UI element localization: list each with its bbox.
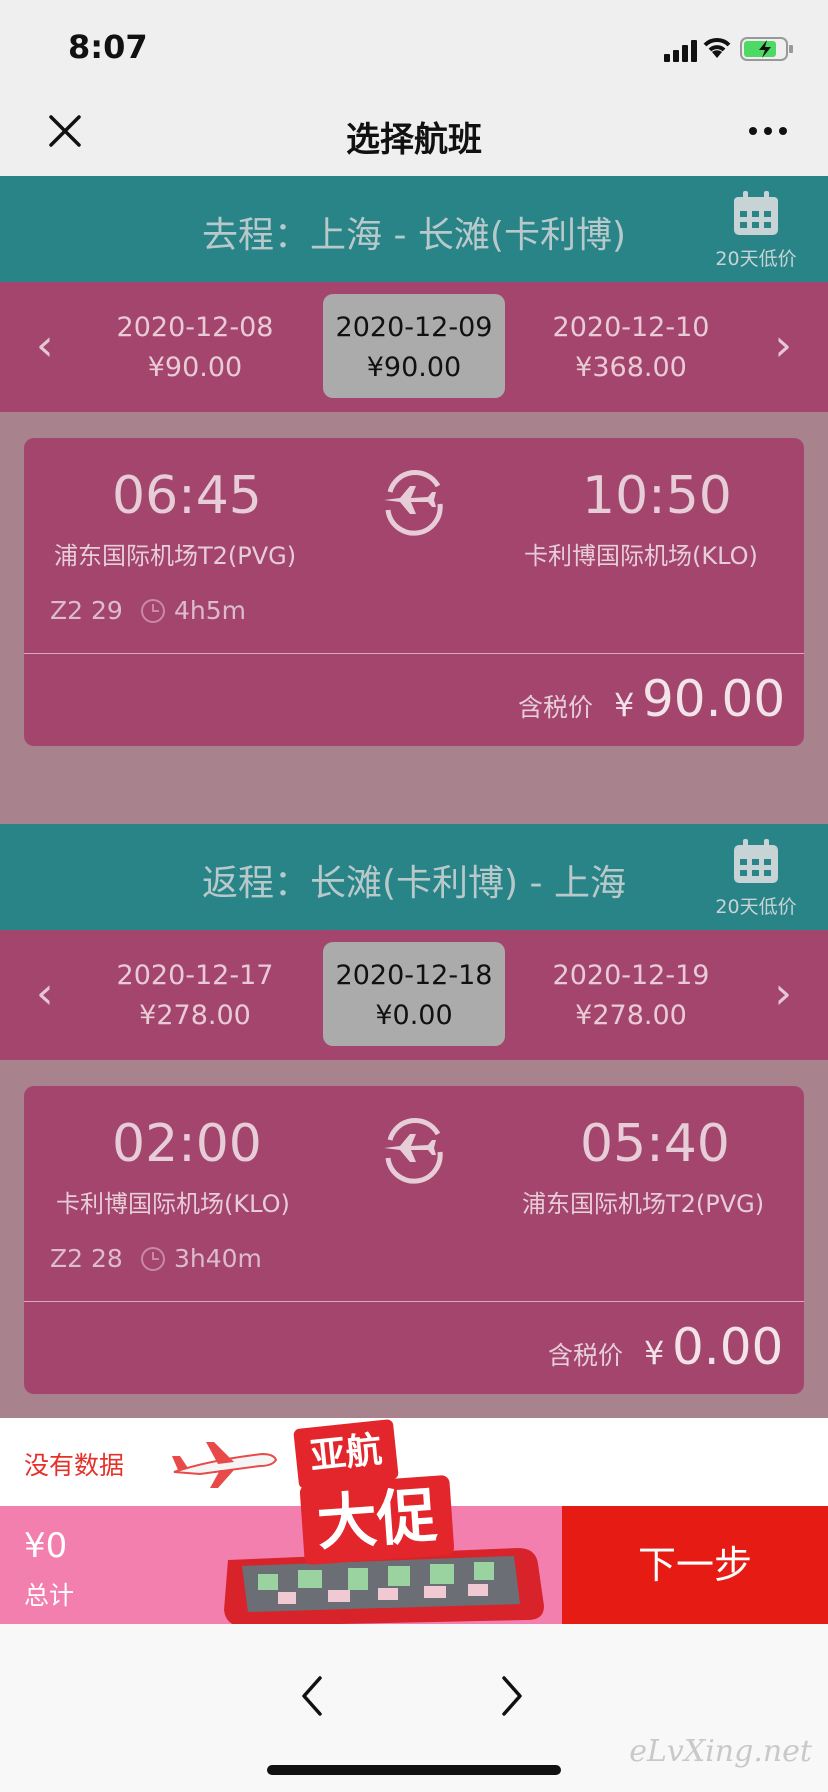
browser-back-icon[interactable] (298, 1674, 326, 1718)
clock-icon (141, 1247, 165, 1271)
page-title: 选择航班 (346, 120, 482, 160)
date-label: 2020-12-17 (116, 960, 274, 991)
promo-banner[interactable]: 亚航 大促 (172, 1410, 560, 1628)
next-date-arrow-icon[interactable]: › (774, 320, 792, 371)
outbound-header: 去程：上海 - 长滩(卡利博) 20天低价 (0, 176, 828, 282)
plane-icon (384, 1117, 443, 1184)
date-option[interactable]: 2020-12-19 ¥278.00 (536, 956, 726, 1036)
date-option-selected[interactable]: 2020-12-18 ¥0.00 (323, 942, 505, 1046)
total-label: 总计 (24, 1581, 75, 1610)
outbound-calendar-button[interactable]: 20天低价 (710, 190, 802, 271)
flight-price: 0.00 (672, 1318, 784, 1376)
date-label: 2020-12-09 (335, 312, 493, 343)
watermark: eLvXing.net (629, 1734, 812, 1769)
arrive-time: 05:40 (580, 1114, 730, 1174)
date-option-selected[interactable]: 2020-12-09 ¥90.00 (323, 294, 505, 398)
price-currency: ¥ (614, 686, 635, 724)
date-option[interactable]: 2020-12-10 ¥368.00 (536, 308, 726, 388)
prev-date-arrow-icon[interactable]: ‹ (36, 968, 54, 1019)
browser-forward-icon[interactable] (498, 1674, 526, 1718)
plane-icon (384, 469, 443, 536)
price-currency: ¥ (644, 1334, 665, 1372)
battery-icon (740, 37, 793, 61)
return-title: 返程：长滩(卡利博) - 上海 (202, 863, 626, 904)
return-header: 返程：长滩(卡利博) - 上海 20天低价 (0, 824, 828, 930)
calendar-label: 20天低价 (715, 248, 797, 270)
outbound-title: 去程：上海 - 长滩(卡利博) (202, 215, 626, 256)
home-indicator[interactable] (267, 1765, 561, 1775)
return-date-strip: ‹ 2020-12-17 ¥278.00 2020-12-18 ¥0.00 20… (0, 930, 828, 1060)
date-price: ¥278.00 (575, 1000, 687, 1031)
card-divider (24, 1301, 804, 1302)
depart-airport: 浦东国际机场T2(PVG) (54, 542, 297, 570)
prev-date-arrow-icon[interactable]: ‹ (36, 320, 54, 371)
tax-price-label: 含税价 (518, 693, 594, 722)
airplane-illustration-icon (172, 1442, 278, 1488)
outbound-flight-card[interactable]: 06:45 浦东国际机场T2(PVG) 10:50 卡利博国际机场(KLO) Z… (24, 438, 804, 746)
more-options-icon[interactable] (748, 126, 788, 136)
date-label: 2020-12-10 (552, 312, 710, 343)
return-flight-card[interactable]: 02:00 卡利博国际机场(KLO) 05:40 浦东国际机场T2(PVG) Z… (24, 1086, 804, 1394)
promo-title-line2: 大促 (299, 1474, 455, 1566)
arrive-time: 10:50 (582, 466, 732, 526)
date-label: 2020-12-18 (335, 960, 493, 991)
date-price: ¥278.00 (139, 1000, 251, 1031)
date-label: 2020-12-19 (552, 960, 710, 991)
wifi-icon (703, 38, 731, 58)
depart-time: 06:45 (112, 466, 262, 526)
next-date-arrow-icon[interactable]: › (774, 968, 792, 1019)
flight-number: Z2 29 (50, 596, 123, 625)
arrive-airport: 卡利博国际机场(KLO) (524, 542, 758, 570)
date-price: ¥90.00 (366, 352, 462, 383)
date-label: 2020-12-08 (116, 312, 274, 343)
cellular-signal-icon (664, 40, 697, 62)
calendar-icon (734, 191, 778, 235)
depart-time: 02:00 (112, 1114, 262, 1174)
card-divider (24, 653, 804, 654)
calendar-icon (734, 839, 778, 883)
date-option[interactable]: 2020-12-08 ¥90.00 (100, 308, 290, 388)
date-price: ¥0.00 (375, 1000, 453, 1031)
date-price: ¥368.00 (575, 352, 687, 383)
calendar-label: 20天低价 (715, 896, 797, 918)
outbound-date-strip: ‹ 2020-12-08 ¥90.00 2020-12-09 ¥90.00 20… (0, 282, 828, 412)
flight-duration: 3h40m (174, 1244, 262, 1273)
status-bar: 8:07 (0, 0, 828, 96)
clock-icon (141, 599, 165, 623)
total-amount: ¥0 (24, 1526, 68, 1566)
arrive-airport: 浦东国际机场T2(PVG) (522, 1190, 765, 1218)
tax-price-label: 含税价 (548, 1341, 624, 1370)
flight-duration: 4h5m (174, 596, 247, 625)
navigation-bar: 选择航班 (0, 96, 828, 176)
status-time: 8:07 (68, 28, 148, 66)
date-price: ¥90.00 (147, 352, 243, 383)
flight-number: Z2 28 (50, 1244, 123, 1273)
next-step-button[interactable]: 下一步 (562, 1506, 828, 1624)
date-option[interactable]: 2020-12-17 ¥278.00 (100, 956, 290, 1036)
no-data-text: 没有数据 (24, 1451, 125, 1480)
return-calendar-button[interactable]: 20天低价 (710, 838, 802, 919)
depart-airport: 卡利博国际机场(KLO) (56, 1190, 290, 1218)
flight-price: 90.00 (642, 670, 786, 728)
